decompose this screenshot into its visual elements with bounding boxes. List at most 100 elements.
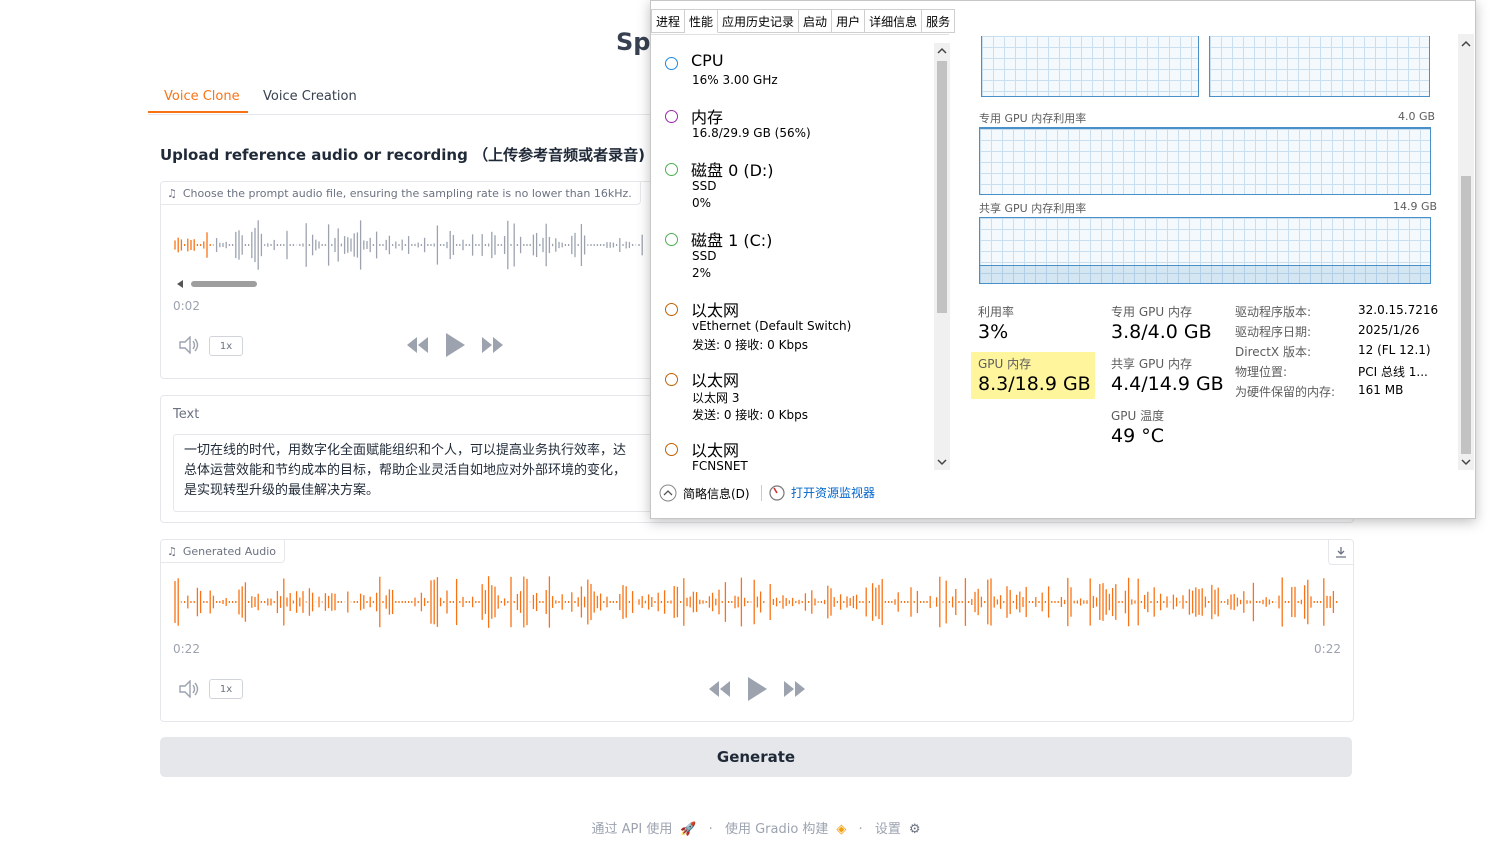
resource-detail: 发送: 0 接收: 0 Kbps	[692, 338, 808, 352]
driver-date-key: 驱动程序日期:	[1235, 325, 1312, 339]
footer-divider	[761, 485, 762, 501]
task-manager-footer: 简略信息(D) 打开资源监视器	[651, 471, 1473, 517]
upload-section-title: Upload reference audio or recording （上传参…	[160, 146, 645, 164]
status-circle-icon	[665, 443, 678, 456]
resource-monitor-label: 打开资源监视器	[791, 486, 876, 500]
rewind-icon[interactable]	[405, 337, 429, 353]
tm-tab-services[interactable]: 服务	[922, 9, 956, 33]
driver-version-key: 驱动程序版本:	[1235, 305, 1312, 319]
tm-tab-users[interactable]: 用户	[832, 9, 866, 33]
tab-voice-clone[interactable]: Voice Clone	[164, 89, 240, 104]
resource-list-scrollbar[interactable]	[934, 43, 950, 470]
text-label: Text	[173, 407, 200, 422]
generated-audio-chip: ♫ Generated Audio	[161, 540, 285, 563]
status-circle-icon	[665, 110, 678, 123]
resource-name: CPU	[691, 51, 724, 70]
download-icon	[1336, 547, 1346, 558]
gradio-logo-icon: ◈	[836, 822, 847, 837]
fast-forward-icon[interactable]	[481, 337, 505, 353]
resource-detail: 16% 3.00 GHz	[692, 73, 778, 87]
waveform-scrollbar[interactable]	[175, 280, 655, 288]
generated-time-end: 0:22	[1314, 642, 1341, 656]
shared-usage-line	[980, 265, 1430, 266]
dedicated-graph-max: 4.0 GB	[1398, 110, 1436, 123]
dedicated-gpu-memory-graph	[979, 127, 1431, 195]
resource-detail: vEthernet (Default Switch)	[692, 319, 852, 333]
api-link[interactable]: 通过 API 使用	[591, 822, 672, 837]
fast-forward-icon[interactable]	[783, 681, 807, 697]
summary-toggle[interactable]: 简略信息(D)	[659, 484, 750, 502]
reserved-memory-value: 161 MB	[1358, 383, 1404, 397]
scroll-up-arrow-icon[interactable]	[934, 45, 950, 57]
status-circle-icon	[665, 373, 678, 386]
gpu-engine-graph-1	[981, 36, 1199, 97]
shared-graph-max: 14.9 GB	[1393, 200, 1438, 213]
gradio-link[interactable]: 使用 Gradio 构建	[725, 822, 828, 837]
gpu-temp-label: GPU 温度	[1111, 409, 1165, 423]
playback-speed-button[interactable]: 1x	[209, 336, 243, 356]
dedicated-graph-label: 专用 GPU 内存利用率	[979, 112, 1087, 125]
resource-detail: 2%	[692, 266, 712, 280]
footer: 通过 API 使用 🚀 · 使用 Gradio 构建 ◈ · 设置 ⚙	[0, 818, 1512, 837]
scroll-thumb[interactable]	[1461, 176, 1471, 454]
resource-name: 磁盘 1 (C:)	[691, 231, 773, 250]
tm-tab-startup[interactable]: 启动	[799, 9, 833, 33]
physical-location-value: PCI 总线 1...	[1358, 365, 1428, 379]
tm-tab-performance[interactable]: 性能	[685, 9, 719, 33]
utilization-label: 利用率	[978, 305, 1015, 319]
upload-hint-chip: ♫ Choose the prompt audio file, ensuring…	[161, 182, 641, 205]
resource-monitor-icon	[769, 484, 785, 501]
music-note-icon: ♫	[167, 186, 177, 200]
summary-label: 简略信息(D)	[683, 486, 750, 501]
resource-name: 以太网	[691, 441, 740, 460]
active-tab-indicator	[148, 111, 248, 113]
resource-name: 磁盘 0 (D:)	[691, 161, 774, 180]
resource-detail: SSD	[692, 249, 717, 263]
tab-voice-creation[interactable]: Voice Creation	[263, 89, 357, 104]
resource-detail: SSD	[692, 179, 717, 193]
status-circle-icon	[665, 233, 678, 246]
utilization-value: 3%	[978, 321, 1009, 343]
gpu-memory-value: 8.3/18.9 GB	[978, 373, 1091, 395]
generated-waveform[interactable]	[173, 576, 1343, 628]
performance-pane-scrollbar[interactable]	[1458, 34, 1474, 470]
resource-detail: 0%	[692, 196, 712, 210]
driver-version-value: 32.0.15.7216	[1358, 303, 1439, 317]
scroll-thumb[interactable]	[191, 281, 257, 287]
shared-memory-label: 共享 GPU 内存	[1111, 357, 1192, 371]
play-icon[interactable]	[746, 676, 768, 702]
scroll-down-arrow-icon[interactable]	[1458, 456, 1474, 468]
dedicated-memory-value: 3.8/4.0 GB	[1111, 321, 1212, 343]
generated-audio-panel: ♫ Generated Audio 0:22 0:22 1x	[160, 539, 1354, 722]
gpu-engine-graph-2	[1209, 36, 1430, 97]
open-resource-monitor-link[interactable]: 打开资源监视器	[769, 484, 875, 501]
gpu-memory-highlight: GPU 内存 8.3/18.9 GB	[971, 352, 1095, 399]
volume-icon[interactable]	[179, 336, 201, 354]
resource-list: CPU 16% 3.00 GHz 内存 16.8/29.9 GB (56%) 磁…	[651, 34, 949, 473]
generate-button[interactable]: Generate	[160, 737, 1352, 777]
rewind-icon[interactable]	[707, 681, 731, 697]
resource-name: 以太网	[691, 301, 740, 320]
scroll-down-arrow-icon[interactable]	[934, 456, 950, 468]
settings-link[interactable]: 设置	[875, 822, 901, 837]
scroll-thumb[interactable]	[937, 61, 947, 313]
volume-icon[interactable]	[179, 680, 201, 698]
play-icon[interactable]	[444, 332, 466, 358]
generated-time-start: 0:22	[173, 642, 200, 656]
tm-tab-app-history[interactable]: 应用历史记录	[718, 9, 800, 33]
footer-separator: ·	[858, 822, 863, 837]
scroll-up-arrow-icon[interactable]	[1458, 38, 1474, 50]
resource-name: 以太网	[691, 371, 740, 390]
playback-speed-button[interactable]: 1x	[209, 679, 243, 699]
footer-separator: ·	[708, 822, 713, 837]
upload-hint: Choose the prompt audio file, ensuring t…	[182, 186, 632, 200]
rocket-icon: 🚀	[680, 822, 697, 837]
tm-tab-details[interactable]: 详细信息	[865, 9, 923, 33]
tm-tab-processes[interactable]: 进程	[651, 9, 686, 33]
dedicated-memory-label: 专用 GPU 内存	[1111, 305, 1192, 319]
directx-version-key: DirectX 版本:	[1235, 345, 1312, 359]
resource-detail: 16.8/29.9 GB (56%)	[692, 126, 811, 140]
scroll-left-arrow-icon[interactable]	[175, 280, 185, 288]
task-manager-window: 进程 性能 应用历史记录 启动 用户 详细信息 服务 CPU 16% 3.00 …	[650, 0, 1476, 519]
download-button[interactable]	[1328, 540, 1353, 565]
